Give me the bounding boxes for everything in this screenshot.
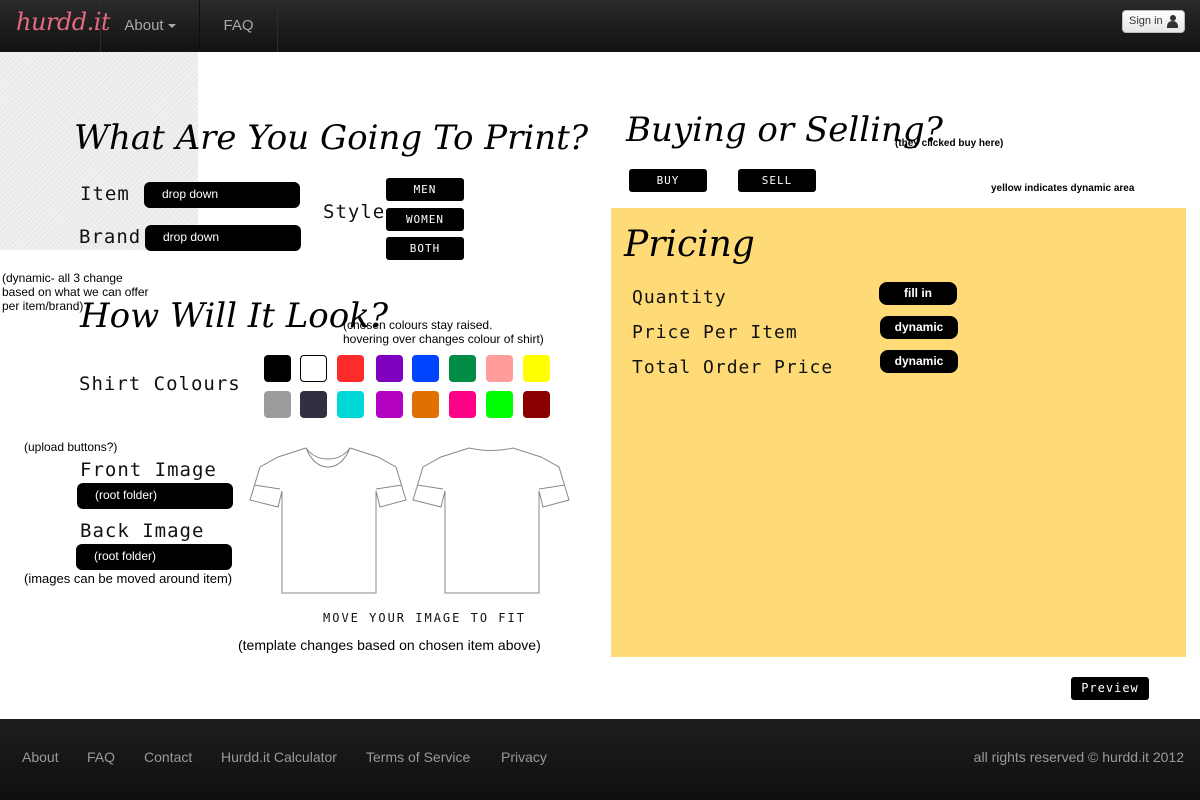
front-image-upload[interactable]: (root folder) [77, 483, 233, 509]
shirt-front [249, 447, 407, 594]
colour-swatch[interactable] [300, 355, 327, 382]
sign-in-label: Sign in [1129, 15, 1163, 27]
back-image-label: Back Image [80, 520, 205, 542]
colour-swatch[interactable] [523, 391, 550, 418]
style-men-button[interactable]: MEN [386, 178, 464, 201]
colour-swatch[interactable] [264, 355, 291, 382]
upload-note: (upload buttons?) [24, 440, 118, 454]
caret-down-icon [167, 24, 176, 29]
user-icon [1167, 15, 1178, 28]
style-women-button[interactable]: WOMEN [386, 208, 464, 231]
nav-faq-link[interactable]: FAQ [199, 0, 278, 52]
colour-swatch[interactable] [449, 391, 476, 418]
footer-link-about[interactable]: About [22, 749, 59, 765]
sell-button[interactable]: SELL [738, 169, 816, 192]
nav-about-label: About [124, 17, 164, 34]
colour-note-line2: hovering over changes colour of shirt) [343, 332, 544, 346]
colour-swatch[interactable] [337, 391, 364, 418]
footer-link-terms[interactable]: Terms of Service [366, 749, 470, 765]
yellow-dynamic-note: yellow indicates dynamic area [991, 183, 1135, 194]
buy-clicked-note: (they clicked buy here) [895, 138, 1004, 149]
footer: About FAQ Contact Hurdd.it Calculator Te… [0, 719, 1200, 800]
footer-link-calculator[interactable]: Hurdd.it Calculator [221, 749, 337, 765]
colour-swatch[interactable] [412, 391, 439, 418]
images-note: (images can be moved around item) [24, 571, 233, 586]
item-dropdown[interactable]: drop down [144, 182, 300, 208]
shirt-template[interactable] [248, 445, 573, 597]
style-label: Style [323, 201, 386, 223]
style-both-button[interactable]: BOTH [386, 237, 464, 260]
colour-note-line1: (chosen colours stay raised. [343, 318, 493, 332]
dynamic-note-line1: (dynamic- all 3 change [2, 271, 123, 285]
colour-swatch[interactable] [412, 355, 439, 382]
sign-in-button[interactable]: Sign in [1122, 10, 1185, 33]
nav-about-dropdown[interactable]: About [100, 0, 200, 52]
front-image-label: Front Image [80, 459, 217, 481]
colour-swatch[interactable] [337, 355, 364, 382]
footer-link-contact[interactable]: Contact [144, 749, 192, 765]
template-note: (template changes based on chosen item a… [238, 637, 541, 653]
colour-swatch[interactable] [264, 391, 291, 418]
copyright-text: all rights reserved © hurdd.it 2012 [973, 749, 1184, 765]
item-label: Item [80, 183, 130, 205]
brand-label: Brand [79, 226, 142, 248]
colour-swatch[interactable] [523, 355, 550, 382]
shirt-back [412, 447, 570, 594]
quantity-label: Quantity [632, 287, 727, 308]
move-image-caption: MOVE YOUR IMAGE TO FIT [323, 611, 526, 625]
footer-link-privacy[interactable]: Privacy [501, 749, 547, 765]
price-per-item-label: Price Per Item [632, 322, 798, 343]
shirt-colours-label: Shirt Colours [79, 373, 241, 395]
dynamic-note-line3: per item/brand) [2, 299, 84, 313]
print-section-title: What Are You Going To Print? [74, 118, 589, 158]
brand-dropdown[interactable]: drop down [145, 225, 301, 251]
price-per-item-value: dynamic [880, 316, 958, 339]
colour-swatch[interactable] [376, 355, 403, 382]
top-navbar: hurdd.it About FAQ Sign in [0, 0, 1200, 52]
total-order-price-label: Total Order Price [632, 357, 834, 378]
colour-swatch[interactable] [376, 391, 403, 418]
pricing-title: Pricing [624, 224, 755, 265]
look-section-title: How Will It Look? [80, 296, 389, 336]
pricing-panel [611, 208, 1186, 657]
colour-swatch[interactable] [449, 355, 476, 382]
total-order-price-value: dynamic [880, 350, 958, 373]
preview-button[interactable]: Preview [1071, 677, 1149, 700]
colour-swatch[interactable] [300, 391, 327, 418]
brand-logo[interactable]: hurdd.it [16, 8, 111, 36]
footer-link-faq[interactable]: FAQ [87, 749, 115, 765]
buy-button[interactable]: BUY [629, 169, 707, 192]
colour-swatch[interactable] [486, 391, 513, 418]
quantity-input[interactable]: fill in [879, 282, 957, 305]
back-image-upload[interactable]: (root folder) [76, 544, 232, 570]
colour-swatch[interactable] [486, 355, 513, 382]
